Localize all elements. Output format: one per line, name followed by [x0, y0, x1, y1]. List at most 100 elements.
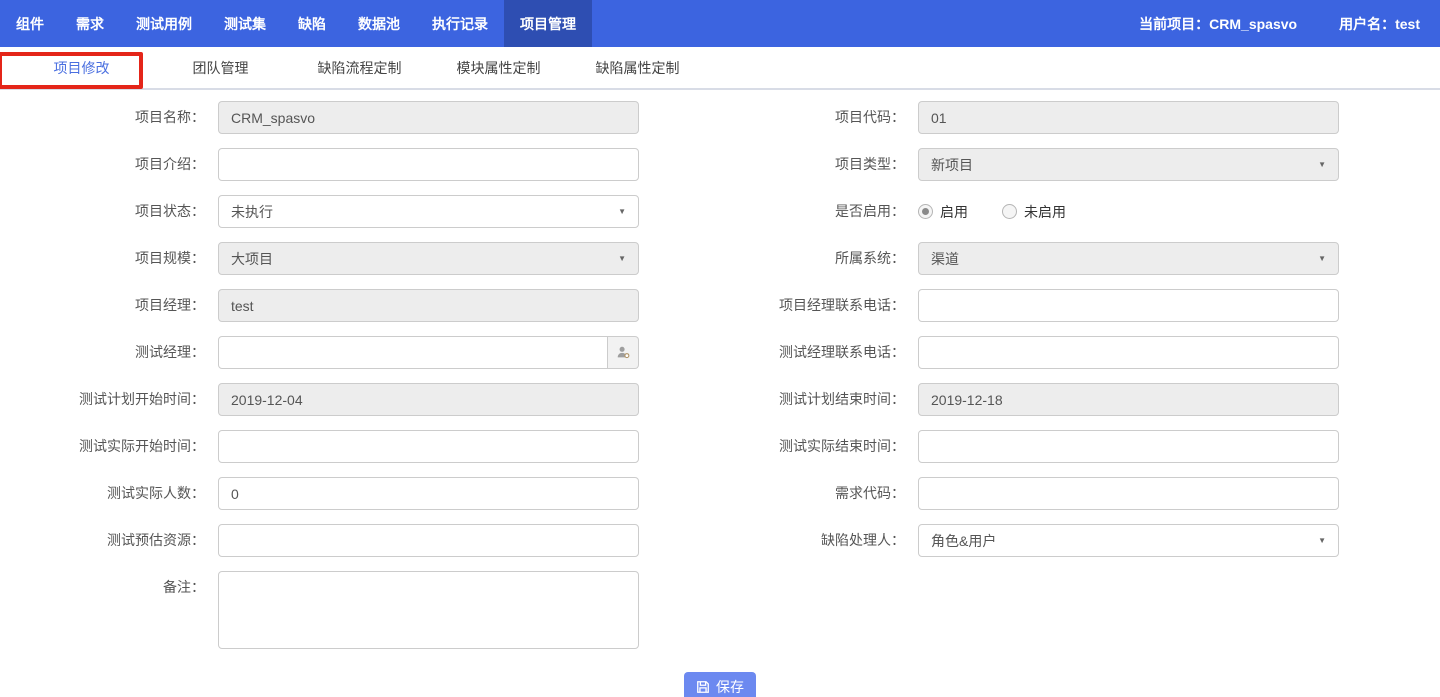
test-manager-phone-label: 测试经理联系电话：: [720, 336, 905, 369]
tab-bar: 项目修改团队管理缺陷流程定制模块属性定制缺陷属性定制: [0, 47, 1440, 90]
actual-start-date-row: 测试实际开始时间：: [0, 430, 720, 463]
top-nav-right: 当前项目：CRM_spasvo 用户名：test: [1139, 0, 1440, 47]
save-button-label: 保存: [716, 677, 744, 697]
dropdown-arrow-icon: ▼: [1318, 160, 1326, 169]
tab-5[interactable]: 缺陷属性定制: [568, 47, 707, 88]
enabled-toggle-option-label: 启用: [940, 202, 968, 222]
system-row: 所属系统： 渠道 ▼: [720, 242, 1440, 275]
actual-tester-count-label: 测试实际人数：: [0, 477, 205, 510]
plan-end-date-input: [918, 383, 1339, 416]
enabled-toggle-row: 是否启用： 启用 未启用: [720, 195, 1440, 228]
plan-start-date-input: [218, 383, 639, 416]
estimated-resources-label: 测试预估资源：: [0, 524, 205, 557]
estimated-resources-row: 测试预估资源：: [0, 524, 720, 557]
defect-handler-selected-value: 角色&用户: [931, 531, 996, 551]
requirement-code-input[interactable]: [918, 477, 1339, 510]
project-type-row: 项目类型： 新项目 ▼: [720, 148, 1440, 181]
top-nav: 组件需求测试用例测试集缺陷数据池执行记录项目管理 当前项目：CRM_spasvo…: [0, 0, 1440, 47]
enabled-toggle-option-2[interactable]: 未启用: [1002, 202, 1066, 222]
actual-start-date-input[interactable]: [218, 430, 639, 463]
project-manager-input: [218, 289, 639, 322]
test-manager-label: 测试经理：: [0, 336, 205, 369]
actual-tester-count-input[interactable]: [218, 477, 639, 510]
project-scale-select: 大项目 ▼: [218, 242, 639, 275]
project-type-label: 项目类型：: [720, 148, 905, 181]
remarks-label: 备注：: [0, 571, 205, 604]
plan-start-date-row: 测试计划开始时间：: [0, 383, 720, 416]
project-type-selected-value: 新项目: [931, 155, 973, 175]
project-manager-phone-label: 项目经理联系电话：: [720, 289, 905, 322]
project-intro-label: 项目介绍：: [0, 148, 205, 181]
enabled-toggle-radio-group: 启用 未启用: [918, 195, 1339, 228]
form-column-left: 项目名称： 项目介绍： 项目状态： 未执行 ▼ 项目规模： 大项目 ▼ 项目经理： 测试经理： 测试…: [0, 101, 720, 668]
remarks-textarea[interactable]: [218, 571, 639, 649]
project-name-row: 项目名称：: [0, 101, 720, 134]
enabled-toggle-option-1[interactable]: 启用: [918, 202, 968, 222]
tab-1[interactable]: 项目修改: [12, 47, 151, 88]
system-label: 所属系统：: [720, 242, 905, 275]
defect-handler-row: 缺陷处理人：角色&用户▼: [720, 524, 1440, 557]
tab-4[interactable]: 模块属性定制: [429, 47, 568, 88]
nav-item-1[interactable]: 组件: [0, 0, 60, 47]
form-column-right: 项目代码： 项目类型： 新项目 ▼ 是否启用： 启用 未启用所属系统： 渠道 ▼ 项目经理联系电话…: [720, 101, 1440, 668]
nav-item-4[interactable]: 测试集: [208, 0, 282, 47]
project-intro-input[interactable]: [218, 148, 639, 181]
project-name-input: [218, 101, 639, 134]
nav-item-8[interactable]: 项目管理: [504, 0, 592, 47]
username-label[interactable]: 用户名：test: [1339, 14, 1420, 34]
project-name-label: 项目名称：: [0, 101, 205, 134]
remarks-row: 备注：: [0, 571, 720, 654]
defect-handler-select[interactable]: 角色&用户 ▼: [918, 524, 1339, 557]
nav-item-6[interactable]: 数据池: [342, 0, 416, 47]
test-manager-picker-button[interactable]: [608, 336, 639, 369]
test-manager-phone-row: 测试经理联系电话：: [720, 336, 1440, 369]
project-status-label: 项目状态：: [0, 195, 205, 228]
project-manager-phone-row: 项目经理联系电话：: [720, 289, 1440, 322]
test-manager-phone-input[interactable]: [918, 336, 1339, 369]
project-status-selected-value: 未执行: [231, 202, 273, 222]
project-manager-row: 项目经理：: [0, 289, 720, 322]
radio-icon: [918, 204, 933, 219]
project-code-row: 项目代码：: [720, 101, 1440, 134]
project-scale-row: 项目规模： 大项目 ▼: [0, 242, 720, 275]
project-manager-phone-input[interactable]: [918, 289, 1339, 322]
dropdown-arrow-icon: ▼: [1318, 254, 1326, 263]
project-type-select: 新项目 ▼: [918, 148, 1339, 181]
project-scale-label: 项目规模：: [0, 242, 205, 275]
select-user-icon: [616, 345, 631, 360]
system-selected-value: 渠道: [931, 249, 959, 269]
requirement-code-row: 需求代码：: [720, 477, 1440, 510]
plan-end-date-label: 测试计划结束时间：: [720, 383, 905, 416]
project-code-input: [918, 101, 1339, 134]
nav-item-3[interactable]: 测试用例: [120, 0, 208, 47]
system-select: 渠道 ▼: [918, 242, 1339, 275]
tab-3[interactable]: 缺陷流程定制: [290, 47, 429, 88]
estimated-resources-input[interactable]: [218, 524, 639, 557]
actual-end-date-label: 测试实际结束时间：: [720, 430, 905, 463]
enabled-toggle-option-label: 未启用: [1024, 202, 1066, 222]
radio-icon: [1002, 204, 1017, 219]
project-code-label: 项目代码：: [720, 101, 905, 134]
dropdown-arrow-icon: ▼: [1318, 536, 1326, 545]
project-status-select[interactable]: 未执行 ▼: [218, 195, 639, 228]
project-scale-selected-value: 大项目: [231, 249, 273, 269]
project-status-row: 项目状态： 未执行 ▼: [0, 195, 720, 228]
actual-end-date-input[interactable]: [918, 430, 1339, 463]
current-project-label[interactable]: 当前项目：CRM_spasvo: [1139, 14, 1297, 34]
dropdown-arrow-icon: ▼: [618, 254, 626, 263]
nav-item-2[interactable]: 需求: [60, 0, 120, 47]
nav-item-5[interactable]: 缺陷: [282, 0, 342, 47]
test-manager-input[interactable]: [218, 336, 608, 369]
plan-end-date-row: 测试计划结束时间：: [720, 383, 1440, 416]
nav-item-7[interactable]: 执行记录: [416, 0, 504, 47]
project-edit-form: 项目名称： 项目介绍： 项目状态： 未执行 ▼ 项目规模： 大项目 ▼ 项目经理： 测试经理： 测试…: [0, 90, 1440, 697]
actual-end-date-row: 测试实际结束时间：: [720, 430, 1440, 463]
tab-2[interactable]: 团队管理: [151, 47, 290, 88]
dropdown-arrow-icon: ▼: [618, 207, 626, 216]
actual-tester-count-row: 测试实际人数：: [0, 477, 720, 510]
enabled-toggle-label: 是否启用：: [720, 195, 905, 228]
requirement-code-label: 需求代码：: [720, 477, 905, 510]
project-manager-label: 项目经理：: [0, 289, 205, 322]
save-button[interactable]: 保存: [684, 672, 756, 697]
project-intro-row: 项目介绍：: [0, 148, 720, 181]
